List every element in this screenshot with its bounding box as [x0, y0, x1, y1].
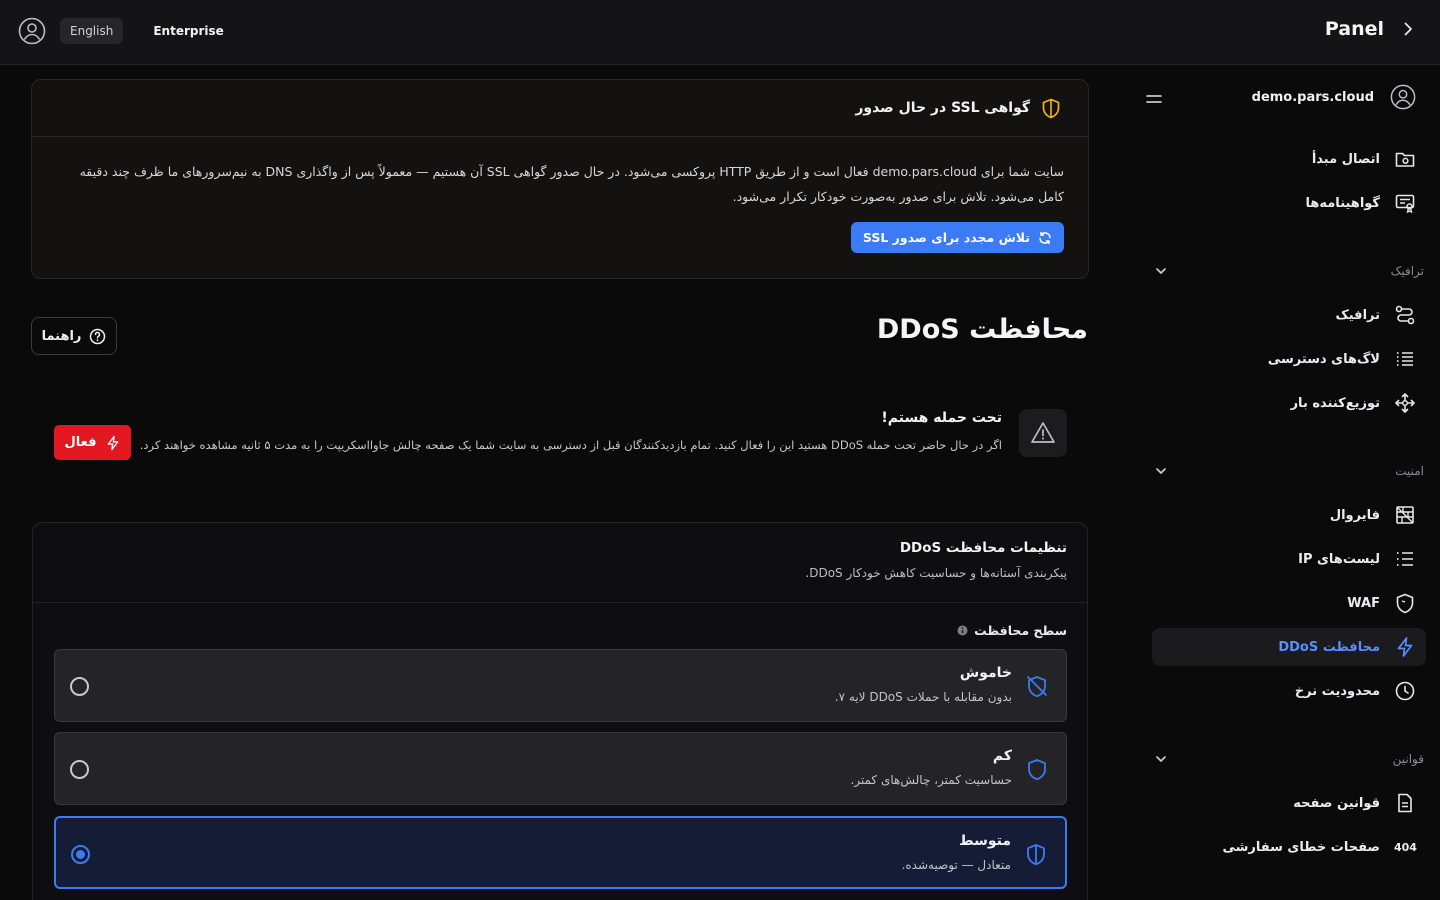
shield-icon: [1394, 592, 1416, 614]
shield-half-icon: [1024, 842, 1048, 866]
language-switcher[interactable]: English: [60, 18, 124, 44]
shield-icon: [1025, 757, 1049, 781]
under-attack-activate-button[interactable]: فعال: [54, 425, 131, 460]
ssl-notice-title: گواهی SSL در حال صدور: [855, 100, 1030, 116]
radio-off[interactable]: [70, 677, 89, 696]
group-label: قوانین: [1392, 752, 1424, 766]
chevron-down-icon: [1154, 264, 1168, 278]
user-circle-icon: [1390, 84, 1416, 110]
retry-ssl-button[interactable]: تلاش مجدد برای صدور SSL: [850, 222, 1064, 253]
info-icon[interactable]: [957, 625, 968, 636]
refresh-icon: [1038, 231, 1052, 245]
protection-level-label: سطح محافظت: [957, 623, 1067, 638]
option-title: کم: [992, 748, 1012, 764]
ddos-settings-card: تنظیمات محافظت DDoS پیکربندی آستانه‌ها و…: [32, 522, 1088, 900]
sidebar-item-load-balancer[interactable]: توزیع‌کننده بار: [1152, 384, 1426, 422]
option-title: خاموش: [959, 665, 1012, 681]
list-icon: [1394, 348, 1416, 370]
sidebar: demo.pars.cloud اتصال مبدأ گواهینامه‌ها …: [1146, 66, 1440, 900]
protection-option-medium[interactable]: متوسط متعادل — توصیه‌شده.: [54, 816, 1067, 889]
group-label: ترافیک: [1390, 264, 1424, 278]
ssl-notice-text-line1: سایت شما برای demo.pars.cloud فعال است و…: [79, 164, 1064, 179]
sidebar-item-origin[interactable]: اتصال مبدأ: [1152, 140, 1426, 178]
sidebar-group-security[interactable]: امنیت: [1154, 457, 1424, 485]
under-attack-title: تحت حمله هستم!: [881, 410, 1002, 426]
domain-label: demo.pars.cloud: [1251, 89, 1374, 105]
settings-header: تنظیمات محافظت DDoS پیکربندی آستانه‌ها و…: [33, 523, 1087, 603]
404-icon: 404: [1394, 840, 1417, 854]
move-arrows-icon: [1394, 392, 1416, 414]
protection-option-off[interactable]: خاموش بدون مقابله با حملات DDoS لایه ۷.: [54, 649, 1067, 722]
under-attack-row: تحت حمله هستم! اگر در حال حاضر تحت حمله …: [31, 392, 1089, 488]
sidebar-item-ddos[interactable]: محافظت DDoS: [1152, 628, 1426, 666]
activate-label: فعال: [64, 435, 97, 450]
option-title: متوسط: [959, 833, 1011, 849]
group-label: امنیت: [1395, 464, 1424, 478]
route-icon: [1394, 304, 1416, 326]
chevron-down-icon: [1154, 464, 1168, 478]
chevron-down-icon: [1154, 752, 1168, 766]
sidebar-item-page-rules[interactable]: قوانین صفحه: [1152, 784, 1426, 822]
top-bar: English Enterprise Panel: [0, 0, 1440, 65]
top-bar-left: English Enterprise: [18, 17, 224, 45]
ssl-notice-header: گواهی SSL در حال صدور: [32, 80, 1088, 137]
warning-icon: [1019, 409, 1067, 457]
firewall-icon: [1394, 504, 1416, 526]
option-description: بدون مقابله با حملات DDoS لایه ۷.: [834, 690, 1012, 704]
user-avatar-icon[interactable]: [18, 17, 46, 45]
document-icon: [1394, 792, 1416, 814]
under-attack-description: اگر در حال حاضر تحت حمله DDoS هستید این …: [139, 438, 1002, 452]
folder-link-icon: [1394, 148, 1416, 170]
sidebar-item-ip-lists[interactable]: لیست‌های IP: [1152, 540, 1426, 578]
sidebar-item-rate-limit[interactable]: محدودیت نرخ: [1152, 672, 1426, 710]
settings-title: تنظیمات محافظت DDoS: [899, 540, 1067, 556]
sidebar-group-rules[interactable]: قوانین: [1154, 745, 1424, 773]
ssl-notice-body: سایت شما برای demo.pars.cloud فعال است و…: [32, 137, 1088, 209]
menu-toggle-icon[interactable]: [1146, 92, 1162, 106]
sidebar-group-traffic[interactable]: ترافیک: [1154, 257, 1424, 285]
sidebar-domain[interactable]: demo.pars.cloud: [1252, 84, 1416, 110]
option-description: متعادل — توصیه‌شده.: [901, 858, 1011, 872]
radio-medium[interactable]: [71, 845, 90, 864]
sidebar-item-error-pages[interactable]: صفحات خطای سفارشی 404: [1152, 828, 1426, 866]
ssl-notice-card: گواهی SSL در حال صدور سایت شما برای demo…: [31, 79, 1089, 279]
retry-ssl-label: تلاش مجدد برای صدور SSL: [862, 230, 1030, 245]
shield-warning-icon: [1040, 97, 1062, 119]
help-label: راهنما: [41, 328, 82, 344]
sidebar-item-certificates[interactable]: گواهینامه‌ها: [1152, 184, 1426, 222]
shield-off-icon: [1025, 674, 1049, 698]
panel-title: Panel: [1324, 18, 1384, 40]
chevron-right-icon[interactable]: [1400, 21, 1416, 37]
sidebar-item-waf[interactable]: WAF: [1152, 584, 1426, 622]
plan-badge: Enterprise: [153, 24, 224, 38]
option-description: حساسیت کمتر، چالش‌های کمتر.: [850, 773, 1012, 787]
certificate-icon: [1394, 192, 1416, 214]
top-bar-right: Panel: [1325, 18, 1416, 40]
settings-subtitle: پیکربندی آستانه‌ها و حساسیت کاهش خودکار …: [805, 566, 1067, 580]
protection-option-low[interactable]: کم حساسیت کمتر، چالش‌های کمتر.: [54, 732, 1067, 805]
page-title: محافظت DDoS: [876, 314, 1088, 345]
sidebar-item-firewall[interactable]: فایروال: [1152, 496, 1426, 534]
bolt-icon: [105, 435, 121, 451]
list-icon: [1394, 548, 1416, 570]
clock-icon: [1394, 680, 1416, 702]
help-button[interactable]: راهنما: [31, 317, 117, 355]
sidebar-item-traffic[interactable]: ترافیک: [1152, 296, 1426, 334]
help-circle-icon: [89, 328, 106, 345]
sidebar-item-access-logs[interactable]: لاگ‌های دسترسی: [1152, 340, 1426, 378]
radio-low[interactable]: [70, 760, 89, 779]
ssl-notice-text-line2: کامل می‌شود. تلاش برای صدور به‌صورت خودک…: [732, 189, 1064, 204]
bolt-icon: [1394, 636, 1416, 658]
